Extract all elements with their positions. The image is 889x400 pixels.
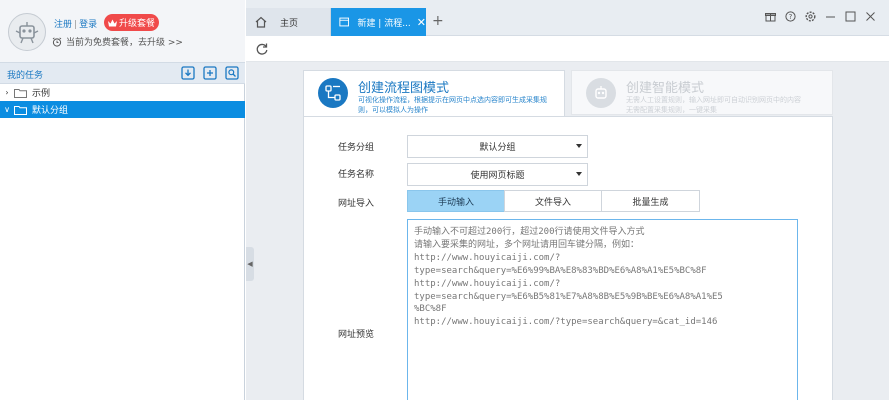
tasks-title: 我的任务 xyxy=(7,71,44,81)
maximize-icon[interactable] xyxy=(843,9,857,23)
caret-down-icon xyxy=(576,144,582,148)
tab-home[interactable]: 主页 xyxy=(246,8,331,36)
name-label: 任务名称 xyxy=(338,170,375,180)
folder-icon xyxy=(14,88,27,98)
help-icon[interactable]: ? xyxy=(783,9,797,23)
page-icon xyxy=(339,17,350,27)
window-controls: ? xyxy=(763,9,877,23)
user-area: 注册 | 登录 升级套餐 当前为免费套餐，去升级 >> xyxy=(0,0,245,62)
caret-down-icon xyxy=(576,172,582,176)
auth-links: 注册 | 登录 xyxy=(54,20,98,30)
tab-bar: 主页 新建 | 流程... ✕ + ? xyxy=(246,0,889,36)
alarm-clock-icon xyxy=(52,36,62,47)
login-link[interactable]: 登录 xyxy=(79,20,97,30)
left-panel: 注册 | 登录 升级套餐 当前为免费套餐，去升级 >> 我的任务 › 示例 ∨ 默认… xyxy=(0,0,245,400)
register-link[interactable]: 注册 xyxy=(54,20,72,30)
tree-item-label: 示例 xyxy=(32,89,51,99)
url-preview-label: 网址预览 xyxy=(338,330,375,340)
tasks-header: 我的任务 xyxy=(0,62,245,84)
free-plan-notice[interactable]: 当前为免费套餐，去升级 >> xyxy=(52,35,183,48)
svg-text:?: ? xyxy=(788,13,792,21)
smart-mode-desc-line1: 无需人工设置规则，输入网址即可自动识别网页中的内容 xyxy=(626,96,801,104)
upgrade-label: 升级套餐 xyxy=(118,19,155,29)
smart-mode-card[interactable]: 创建智能模式 无需人工设置规则，输入网址即可自动识别网页中的内容 无需配置采集规… xyxy=(571,70,833,115)
task-name-select[interactable]: 使用网页标题 xyxy=(407,163,588,186)
group-label: 任务分组 xyxy=(338,143,375,153)
flow-mode-card[interactable]: 创建流程图模式 可视化操作流程，根据提示在网页中点选内容即可生成采集规 则，可以… xyxy=(303,70,565,117)
upgrade-button[interactable]: 升级套餐 xyxy=(104,14,159,31)
free-plan-text: 当前为免费套餐，去升级 >> xyxy=(66,38,183,48)
gift-icon[interactable] xyxy=(763,9,777,23)
home-icon xyxy=(255,16,267,28)
collapse-sidebar-handle[interactable]: ◀ xyxy=(246,247,254,281)
tab-new-flow[interactable]: 新建 | 流程... ✕ xyxy=(331,8,426,36)
crown-icon xyxy=(107,19,117,26)
chevron-down-icon[interactable]: ∨ xyxy=(0,105,14,114)
smart-mode-desc-line2: 无需配置采集规则，一键采集 xyxy=(626,106,717,114)
import-batch-button[interactable]: 批量生成 xyxy=(601,190,700,212)
plus-icon[interactable]: + xyxy=(432,13,444,29)
close-icon[interactable]: ✕ xyxy=(417,16,426,29)
tree-item-label: 默认分组 xyxy=(32,106,69,116)
toolbar xyxy=(246,37,889,62)
robot-icon xyxy=(586,78,616,108)
chevron-right-icon[interactable]: › xyxy=(0,88,14,97)
robot-avatar-icon xyxy=(15,22,39,44)
flow-chart-icon xyxy=(318,78,348,108)
smart-mode-desc: 无需人工设置规则，输入网址即可自动识别网页中的内容 无需配置采集规则，一键采集 xyxy=(626,95,801,115)
import-manual-button[interactable]: 手动输入 xyxy=(407,190,505,212)
flow-mode-desc-line2: 则，可以模拟人为操作 xyxy=(358,106,428,114)
tab-new-label: 新建 | 流程... xyxy=(357,18,411,29)
smart-mode-title: 创建智能模式 xyxy=(626,81,705,96)
group-select[interactable]: 默认分组 xyxy=(407,135,588,158)
import-file-button[interactable]: 文件导入 xyxy=(504,190,602,212)
group-select-value: 默认分组 xyxy=(479,143,516,153)
search-doc-icon[interactable] xyxy=(225,66,239,80)
tab-home-label: 主页 xyxy=(280,18,299,29)
import-icon[interactable] xyxy=(181,66,195,80)
url-import-label: 网址导入 xyxy=(338,199,375,209)
chevron-left-icon: ◀ xyxy=(247,260,253,268)
avatar[interactable] xyxy=(8,13,46,51)
minimize-icon[interactable] xyxy=(823,9,837,23)
settings-icon[interactable] xyxy=(803,9,817,23)
flow-mode-desc-line1: 可视化操作流程，根据提示在网页中点选内容即可生成采集规 xyxy=(358,96,547,104)
flow-mode-desc: 可视化操作流程，根据提示在网页中点选内容即可生成采集规 则，可以模拟人为操作 xyxy=(358,95,547,115)
close-window-icon[interactable] xyxy=(863,9,877,23)
add-icon[interactable] xyxy=(203,66,217,80)
tree-item-example[interactable]: › 示例 xyxy=(0,84,245,101)
flow-mode-title: 创建流程图模式 xyxy=(358,81,450,96)
task-name-value: 使用网页标题 xyxy=(470,171,525,181)
tree-item-default-group[interactable]: ∨ 默认分组 xyxy=(0,101,245,118)
refresh-icon[interactable] xyxy=(255,42,269,56)
folder-icon xyxy=(14,105,27,115)
url-input-textarea[interactable]: 手动输入不可超过200行，超过200行请使用文件导入方式 请输入要采集的网址，多… xyxy=(407,219,798,400)
